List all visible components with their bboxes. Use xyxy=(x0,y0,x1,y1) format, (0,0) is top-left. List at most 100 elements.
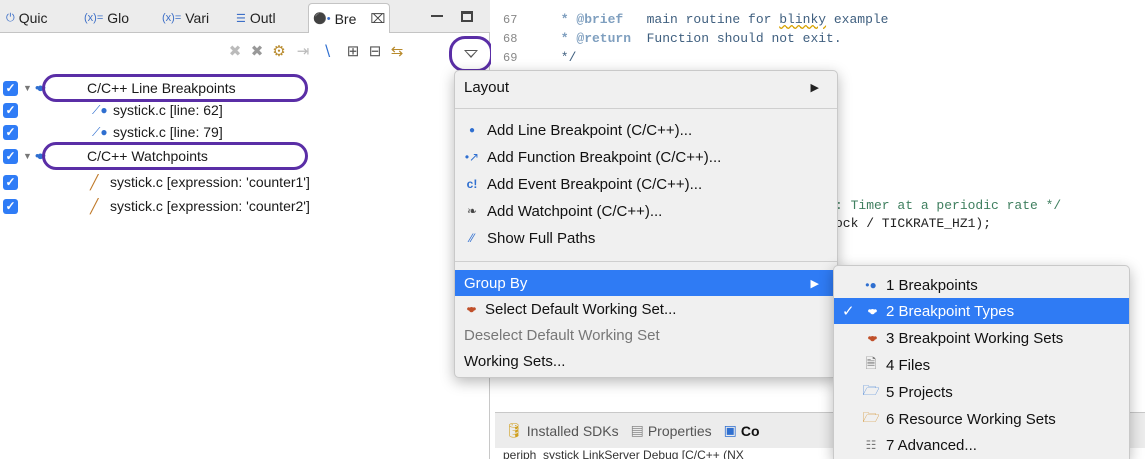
watchpoint-icon: ❧ xyxy=(466,204,478,218)
code-comment: : Timer at a periodic rate */ xyxy=(835,198,1062,213)
remove-all-icon[interactable]: ✖ xyxy=(248,43,266,61)
line-number: 67 xyxy=(503,13,518,27)
tab-installed-sdks[interactable]: Installed SDKs xyxy=(527,423,619,439)
tab-outline[interactable]: ☰ Outl xyxy=(236,6,276,30)
annotation-outline xyxy=(42,142,308,170)
tab-breakpoints[interactable]: ⚫• Bre ⌧ xyxy=(308,3,391,33)
group-by-submenu: •● 1 Breakpoints ✓ •●• 2 Breakpoint Type… xyxy=(833,265,1130,459)
submenu-arrow-icon: ▶ xyxy=(810,81,819,94)
menu-item-label: 1 Breakpoints xyxy=(886,276,978,294)
tree-row[interactable]: ✓ ╱ systick.c [expression: 'counter2'] xyxy=(0,195,490,217)
checkbox[interactable]: ✓ xyxy=(3,175,18,190)
submenu-item-breakpoint-types[interactable]: ✓ •●• 2 Breakpoint Types xyxy=(834,298,1129,324)
code-line: * @brief main routine for blinky example xyxy=(553,12,889,27)
watchpoint-icon: ╱ xyxy=(90,198,99,214)
import-icon[interactable]: ⇥ xyxy=(294,43,312,61)
menu-separator xyxy=(455,261,837,262)
menu-item-select-default-working-set[interactable]: •●• Select Default Working Set... xyxy=(455,296,837,322)
close-icon[interactable]: ⌧ xyxy=(370,11,385,27)
code-text: */ xyxy=(553,50,577,65)
expand-icon[interactable]: ▼ xyxy=(23,83,32,93)
checkbox[interactable]: ✓ xyxy=(3,81,18,96)
quickstart-icon: ⏻ xyxy=(6,11,15,24)
console-icon: ▣ xyxy=(723,422,737,438)
menu-item-layout[interactable]: Layout ▶ xyxy=(455,74,837,100)
tab-quickstart[interactable]: ⏻ Quic xyxy=(6,6,48,30)
breakpoints-icon: ⚫• xyxy=(313,13,331,25)
submenu-item-resource-working-sets[interactable]: 🗁 6 Resource Working Sets xyxy=(834,406,1129,432)
submenu-item-projects[interactable]: 🗁 5 Projects xyxy=(834,379,1129,405)
menu-item-working-sets[interactable]: Working Sets... xyxy=(455,348,837,374)
show-paths-icon: ⁄⁄ xyxy=(469,231,474,245)
expand-all-icon[interactable]: ⊞ xyxy=(344,43,362,61)
checkmark-icon: ✓ xyxy=(842,303,855,320)
checkbox[interactable]: ✓ xyxy=(3,199,18,214)
function-breakpoint-icon: •↗ xyxy=(464,150,480,164)
watchpoint-icon: ╱ xyxy=(90,174,99,190)
tab-properties[interactable]: Properties xyxy=(648,423,712,439)
code-line: * @return Function should not exit. xyxy=(553,31,842,46)
submenu-item-breakpoints[interactable]: •● 1 Breakpoints xyxy=(834,272,1129,298)
outline-icon: ☰ xyxy=(236,12,246,25)
line-number: 69 xyxy=(503,51,518,65)
project-folder-icon: 🗁 xyxy=(862,382,880,398)
spelling-warning: blinky xyxy=(779,12,827,27)
tree-row-label: systick.c [line: 79] xyxy=(113,124,223,140)
code-text: ock / TICKRATE_HZ1); xyxy=(835,216,992,231)
menu-item-label: 6 Resource Working Sets xyxy=(886,410,1056,428)
view-menu: Layout ▶ ● Add Line Breakpoint (C/C++)..… xyxy=(454,70,838,378)
expand-icon[interactable]: ▼ xyxy=(23,151,32,161)
console-status: periph_systick LinkServer Debug [C/C++ (… xyxy=(503,448,744,459)
checkbox[interactable]: ✓ xyxy=(3,125,18,140)
advanced-icon: ☷ xyxy=(865,438,877,452)
checkbox[interactable]: ✓ xyxy=(3,149,18,164)
tab-globals[interactable]: (x)= Glo xyxy=(84,6,129,30)
menu-item-show-full-paths[interactable]: ⁄⁄ Show Full Paths xyxy=(455,225,837,251)
view-tab-bar: ⏻ Quic (x)= Glo (x)= Vari ☰ Outl ⚫• Bre ⌧ xyxy=(0,0,490,33)
menu-item-label: Group By xyxy=(464,274,528,292)
link-icon[interactable]: ⇆ xyxy=(388,43,406,61)
sdk-icon: 🛢 xyxy=(505,422,523,438)
tree-row[interactable]: ✓ ⟋● systick.c [line: 79] xyxy=(0,121,490,143)
submenu-item-advanced[interactable]: ☷ 7 Advanced... xyxy=(834,432,1129,458)
maximize-icon xyxy=(461,10,473,22)
menu-item-label: Select Default Working Set... xyxy=(485,300,677,318)
tree-row-label: systick.c [line: 62] xyxy=(113,102,223,118)
maximize-button[interactable] xyxy=(458,6,476,26)
line-breakpoint-icon: ⟋● xyxy=(92,103,108,117)
tab-variables[interactable]: (x)= Vari xyxy=(162,6,209,30)
variables-icon: (x)= xyxy=(162,12,182,24)
breakpoints-icon: •● xyxy=(865,278,877,292)
menu-item-label: 7 Advanced... xyxy=(886,436,977,454)
menu-item-add-event-breakpoint[interactable]: c! Add Event Breakpoint (C/C++)... xyxy=(455,171,837,197)
tree-row-label: systick.c [expression: 'counter2'] xyxy=(110,198,310,214)
skip-breakpoints-icon[interactable]: ∖ xyxy=(318,43,336,61)
submenu-arrow-icon: ▶ xyxy=(810,277,819,290)
tree-row[interactable]: ✓ ⟋● systick.c [line: 62] xyxy=(0,99,490,121)
menu-item-group-by[interactable]: Group By ▶ xyxy=(455,270,837,296)
submenu-item-breakpoint-working-sets[interactable]: •●• 3 Breakpoint Working Sets xyxy=(834,325,1129,351)
tab-console[interactable]: Co xyxy=(741,423,760,439)
menu-separator xyxy=(455,108,837,109)
menu-item-add-line-breakpoint[interactable]: ● Add Line Breakpoint (C/C++)... xyxy=(455,117,837,143)
menu-item-deselect-default-working-set[interactable]: Deselect Default Working Set xyxy=(455,322,837,348)
collapse-all-icon[interactable]: ⊟ xyxy=(366,43,384,61)
menu-item-add-function-breakpoint[interactable]: •↗ Add Function Breakpoint (C/C++)... xyxy=(455,144,837,170)
menu-item-add-watchpoint[interactable]: ❧ Add Watchpoint (C/C++)... xyxy=(455,198,837,224)
code-text: example xyxy=(826,12,889,27)
breakpoint-types-icon: •●• xyxy=(867,304,878,318)
minimize-button[interactable] xyxy=(428,6,446,26)
checkbox[interactable]: ✓ xyxy=(3,103,18,118)
view-menu-button[interactable] xyxy=(449,36,493,72)
menu-item-label: Add Watchpoint (C/C++)... xyxy=(487,202,663,220)
breakpoints-view: ⏻ Quic (x)= Glo (x)= Vari ☰ Outl ⚫• Bre ⌧ ✖ ✖… xyxy=(0,0,493,459)
gear-icon[interactable]: ⚙ xyxy=(270,43,288,61)
menu-item-label: Layout xyxy=(464,78,510,96)
menu-item-label: 2 Breakpoint Types xyxy=(886,302,1015,320)
submenu-item-files[interactable]: 🗎 4 Files xyxy=(834,352,1129,378)
menu-item-label: Add Event Breakpoint (C/C++)... xyxy=(487,175,703,193)
resource-folder-icon: 🗁 xyxy=(862,409,880,425)
remove-icon[interactable]: ✖ xyxy=(226,43,244,61)
tree-row[interactable]: ✓ ╱ systick.c [expression: 'counter1'] xyxy=(0,171,490,193)
code-text: main routine for xyxy=(623,12,780,27)
